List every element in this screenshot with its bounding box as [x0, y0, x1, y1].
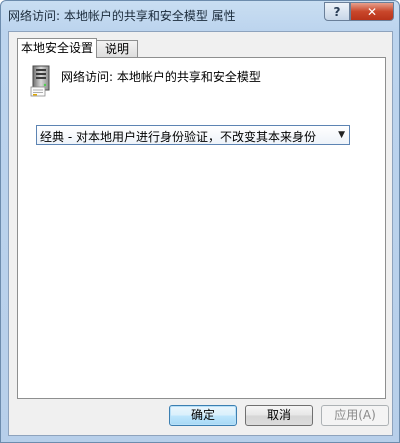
help-icon: ?: [333, 4, 341, 19]
security-model-select[interactable]: 经典 - 对本地用户进行身份验证，不改变其本来身份 ▼: [36, 125, 350, 145]
cancel-button[interactable]: 取消: [245, 405, 313, 426]
policy-name: 网络访问: 本地帐户的共享和安全模型: [61, 70, 261, 84]
dropdown-arrow-icon: ▼: [338, 130, 345, 140]
tab-panel: 网络访问: 本地帐户的共享和安全模型 经典 - 对本地用户进行身份验证，不改变其…: [17, 57, 386, 399]
tab-local-security-setting[interactable]: 本地安全设置: [17, 38, 97, 58]
close-icon: ✕: [366, 4, 378, 19]
help-button[interactable]: ?: [324, 2, 350, 21]
close-button[interactable]: ✕: [350, 2, 394, 21]
properties-dialog: 网络访问: 本地帐户的共享和安全模型 属性 ? ✕ 本地安全设置 说明 网络访问…: [0, 0, 400, 443]
title-bar[interactable]: 网络访问: 本地帐户的共享和安全模型 属性 ? ✕: [1, 1, 399, 31]
window-title: 网络访问: 本地帐户的共享和安全模型 属性: [8, 9, 236, 23]
apply-button[interactable]: 应用(A): [321, 405, 389, 426]
server-icon: [30, 65, 50, 97]
dialog-body: 本地安全设置 说明 网络访问: 本地帐户的共享和安全模型 经典 - 对本地用户进…: [8, 31, 393, 436]
security-model-selected: 经典 - 对本地用户进行身份验证，不改变其本来身份: [40, 130, 316, 144]
ok-button[interactable]: 确定: [169, 405, 237, 426]
tab-explain[interactable]: 说明: [97, 40, 138, 58]
